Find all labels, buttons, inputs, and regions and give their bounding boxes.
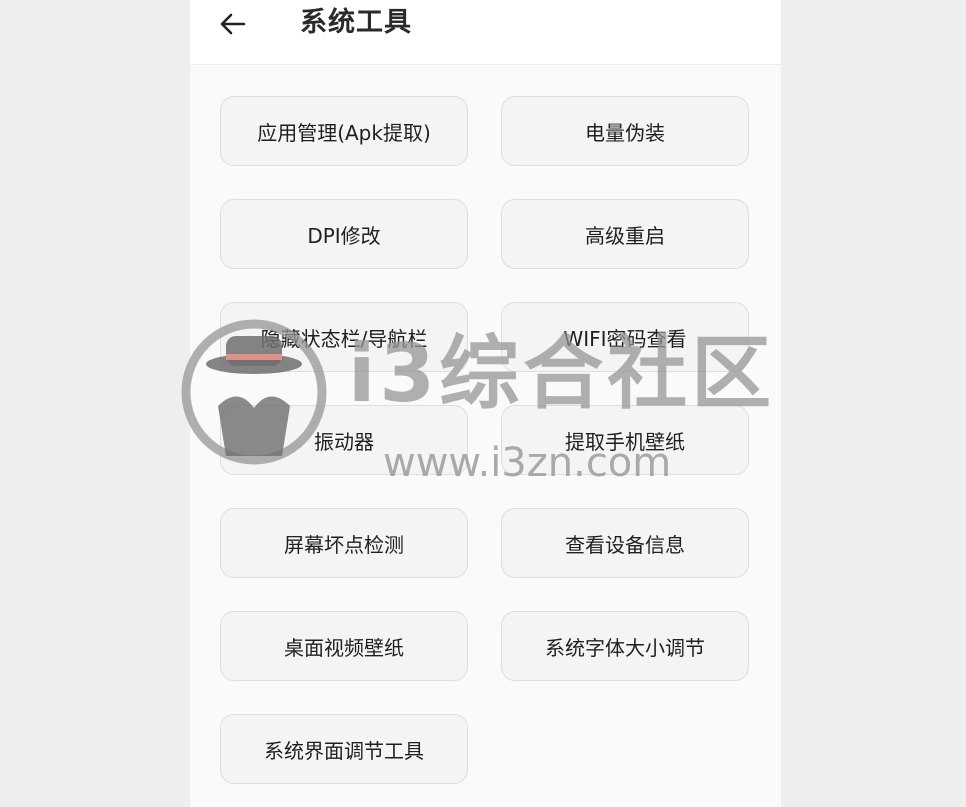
- arrow-left-icon: [220, 13, 246, 35]
- device-info-button[interactable]: 查看设备信息: [501, 508, 749, 578]
- dpi-modify-button[interactable]: DPI修改: [220, 199, 468, 269]
- battery-spoof-button[interactable]: 电量伪装: [501, 96, 749, 166]
- video-wallpaper-button[interactable]: 桌面视频壁纸: [220, 611, 468, 681]
- ui-tuner-button[interactable]: 系统界面调节工具: [220, 714, 468, 784]
- page-title: 系统工具: [300, 7, 412, 38]
- hide-statusbar-button[interactable]: 隐藏状态栏/导航栏: [220, 302, 468, 372]
- wifi-password-button[interactable]: WIFI密码查看: [501, 302, 749, 372]
- advanced-reboot-button[interactable]: 高级重启: [501, 199, 749, 269]
- font-size-button[interactable]: 系统字体大小调节: [501, 611, 749, 681]
- back-button[interactable]: [212, 6, 252, 42]
- phone-screen: 系统工具 应用管理(Apk提取) 电量伪装 DPI修改 高级重启 隐藏状态栏/导…: [190, 0, 781, 807]
- app-header: 系统工具: [190, 0, 781, 65]
- dead-pixel-test-button[interactable]: 屏幕坏点检测: [220, 508, 468, 578]
- apk-manager-button[interactable]: 应用管理(Apk提取): [220, 96, 468, 166]
- extract-wallpaper-button[interactable]: 提取手机壁纸: [501, 405, 749, 475]
- vibrator-button[interactable]: 振动器: [220, 405, 468, 475]
